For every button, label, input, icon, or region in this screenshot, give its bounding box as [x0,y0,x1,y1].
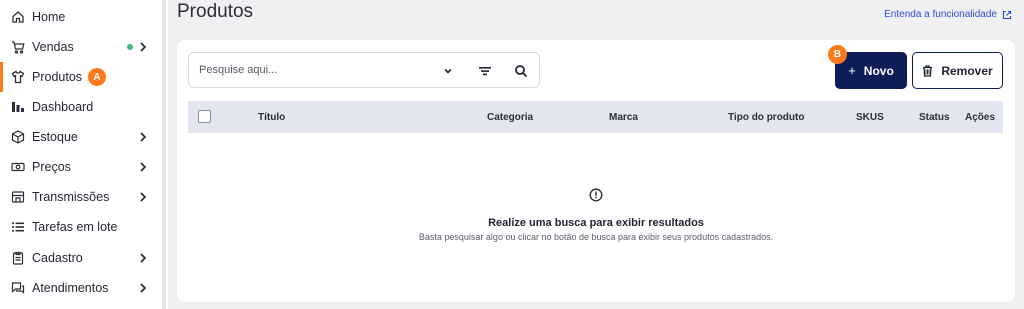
page-title: Produtos [177,1,254,22]
column-header-marca[interactable]: Marca [609,112,638,123]
sidebar-item-estoque[interactable]: Estoque [0,122,160,152]
clipboard-icon [11,251,25,265]
chevron-right-icon [140,132,147,142]
sidebar-item-label: Vendas [32,40,74,54]
sidebar-item-dashboard[interactable]: Dashboard [0,92,160,122]
external-link-icon [1002,10,1012,19]
help-link-label: Entenda a funcionalidade [884,9,997,20]
search-input[interactable] [199,64,429,76]
sidebar-item-label: Home [32,10,66,24]
sidebar-scrollbar[interactable] [162,0,166,309]
sidebar-item-cadastro[interactable]: Cadastro [0,243,160,273]
column-header-status[interactable]: Status [919,112,950,123]
store-icon [11,190,25,204]
chevron-right-icon [140,283,147,293]
chevron-right-icon [140,253,147,263]
empty-state-title: Realize uma busca para exibir resultados [488,217,704,229]
home-icon [11,10,25,24]
plus-icon: + [848,63,856,78]
help-link[interactable]: Entenda a funcionalidade [884,9,1012,20]
box-icon [11,130,25,144]
sidebar-item-label: Produtos [32,70,83,84]
column-header-tipo[interactable]: Tipo do produto [728,112,804,123]
sidebar-item-atendimentos[interactable]: Atendimentos [0,273,160,303]
new-button-label: Novo [863,63,894,78]
search-box [188,52,540,88]
sidebar-item-home[interactable]: Home [0,2,160,32]
column-header-skus[interactable]: SKUS [856,112,884,123]
column-header-categoria[interactable]: Categoria [487,112,533,123]
search-icon[interactable] [514,64,528,78]
column-header-acoes: Ações [965,112,996,123]
chevron-down-icon[interactable] [441,64,455,78]
sidebar-item-vendas[interactable]: Vendas [0,32,160,62]
remove-button[interactable]: Remover [912,52,1003,89]
remove-button-label: Remover [941,63,993,78]
sidebar: Home Vendas Produtos A Dashboard Estoque [0,0,168,309]
chevron-right-icon [140,192,147,202]
sidebar-item-label: Cadastro [32,251,83,265]
filter-icon[interactable] [478,64,492,78]
table-header: Título Categoria Marca Tipo do produto S… [188,101,1003,133]
empty-state-subtitle: Basta pesquisar algo ou clicar no botão … [418,232,774,242]
status-dot [127,44,133,50]
info-circle-icon [589,188,603,202]
chevron-right-icon [140,162,147,172]
sidebar-item-label: Atendimentos [32,281,109,295]
sidebar-item-label: Preços [32,160,71,174]
shirt-icon [11,70,25,84]
cart-icon [11,40,25,54]
tour-badge-a: A [88,68,107,86]
tour-badge-b: B [828,45,847,64]
bar-chart-icon [11,100,25,114]
chevron-right-icon [140,42,147,52]
sidebar-item-precos[interactable]: Preços [0,152,160,182]
sidebar-item-transmissoes[interactable]: Transmissões [0,182,160,212]
sidebar-item-label: Tarefas em lote [32,220,118,234]
sidebar-item-tarefas[interactable]: Tarefas em lote [0,212,160,242]
trash-icon [923,64,933,77]
column-header-titulo[interactable]: Título [258,112,285,123]
list-icon [11,220,25,234]
products-card: + Novo B Remover Título Categoria Marca … [177,40,1015,302]
sidebar-item-label: Transmissões [32,190,110,204]
sidebar-item-produtos[interactable]: Produtos A [0,62,160,92]
sidebar-item-label: Estoque [32,130,78,144]
money-icon [11,160,25,174]
chat-icon [11,281,25,295]
sidebar-item-label: Dashboard [32,100,94,114]
select-all-checkbox[interactable] [198,110,211,123]
